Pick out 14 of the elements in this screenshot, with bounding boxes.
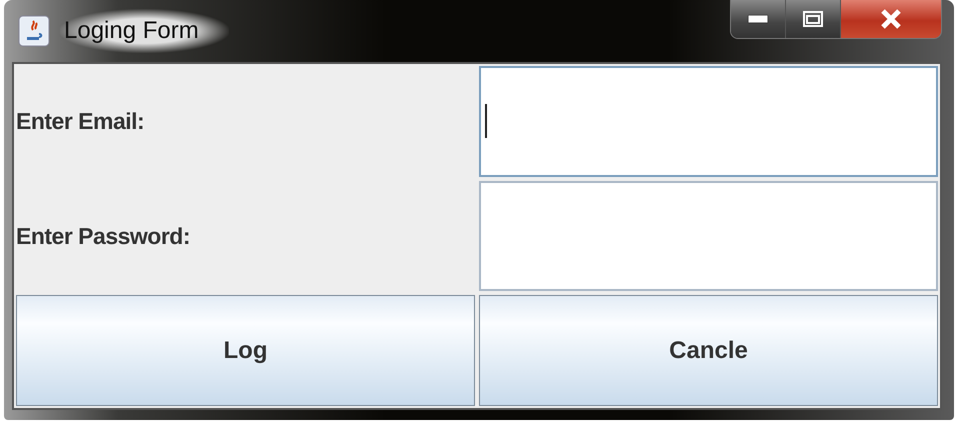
password-field[interactable]: [479, 180, 938, 292]
window-title: Loging Form: [60, 9, 229, 53]
field-label: Enter Password:: [16, 222, 191, 251]
close-icon: [880, 9, 902, 29]
minimize-button[interactable]: [731, 0, 786, 38]
minimize-icon: [748, 15, 768, 23]
field-label: Enter Email:: [16, 107, 146, 136]
close-button[interactable]: [841, 0, 941, 38]
java-cup-icon: [18, 15, 50, 47]
cancel-button[interactable]: Cancle: [479, 295, 938, 406]
email-field[interactable]: [479, 66, 938, 177]
log-button[interactable]: Log: [16, 295, 475, 406]
maximize-icon: [803, 11, 823, 27]
maximize-button[interactable]: [786, 0, 841, 38]
